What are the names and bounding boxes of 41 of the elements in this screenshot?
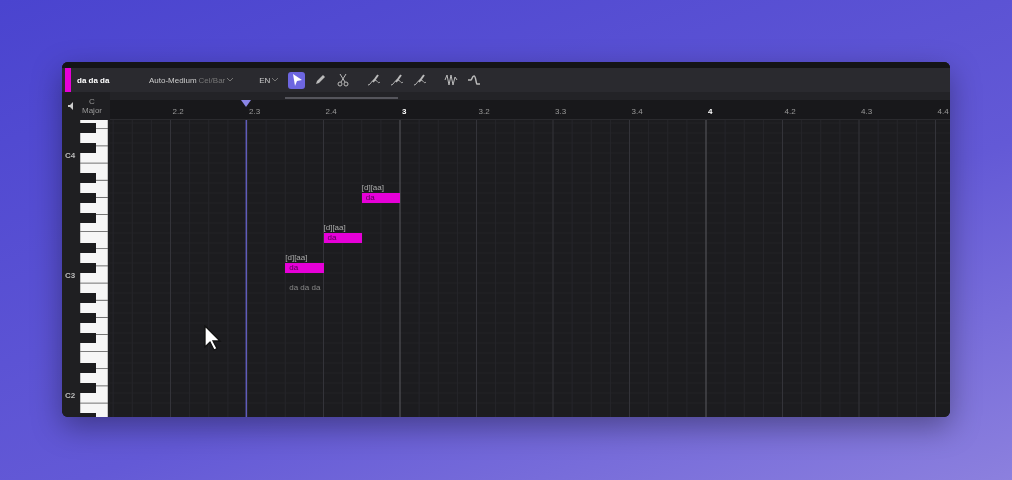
key-signature[interactable]: C Major [82, 97, 102, 115]
ruler-label: 4.2 [784, 107, 796, 116]
track-name[interactable]: da da da [77, 75, 137, 85]
pen-curve-icon [389, 73, 404, 87]
ruler-label: 3.3 [555, 107, 567, 116]
piano-roll-grid[interactable]: [d][aa] da [d][aa] da [d][aa] da da da da [110, 120, 950, 417]
ruler-label: 2.4 [325, 107, 337, 116]
ruler-label: 3 [402, 107, 407, 116]
ruler-label: 2.2 [172, 107, 184, 116]
scissors-icon [335, 73, 350, 87]
speaker-icon[interactable] [68, 102, 76, 110]
curve-icon [466, 73, 481, 87]
scroll-handle[interactable] [285, 97, 398, 99]
pen-curve-icon [366, 73, 381, 87]
phoneme-label: [d][aa] [361, 183, 384, 192]
ruler-label: 4.4 [937, 107, 949, 116]
caret-icon [272, 78, 279, 82]
language-dropdown[interactable]: EN [259, 75, 279, 85]
phoneme-label: [d][aa] [323, 223, 346, 232]
note-block[interactable]: da [323, 233, 362, 243]
ruler-label: 4.3 [861, 107, 873, 116]
timeline-ruler[interactable]: 2.2 2.3 2.4 3 3.2 3.3 3.4 4 4.2 4.3 4.4 [110, 100, 950, 120]
ruler-label: 3.2 [478, 107, 490, 116]
pen-curve-icon [412, 73, 427, 87]
ruler-label: 2.3 [249, 107, 261, 116]
voice-mode-dropdown[interactable]: Auto-Medium Cel/Bar [149, 75, 234, 85]
note-block[interactable]: da [361, 193, 400, 203]
ruler-label: 4 [708, 107, 713, 116]
scissors-tool-button[interactable] [334, 71, 352, 89]
octave-label: C3 [65, 271, 76, 280]
note-block[interactable]: da [285, 263, 324, 273]
piano-keyboard-drawing[interactable] [80, 120, 108, 417]
phoneme-label: [d][aa] [285, 253, 308, 262]
ruler-label: 3.4 [631, 107, 643, 116]
select-tool-button[interactable] [288, 71, 306, 89]
mouse-pointer-icon [204, 325, 222, 351]
lyrics-text: da da da [289, 283, 321, 292]
wave-icon [443, 73, 458, 87]
octave-label: C4 [65, 151, 76, 160]
caret-icon [227, 78, 234, 82]
octave-label: C2 [65, 391, 76, 400]
